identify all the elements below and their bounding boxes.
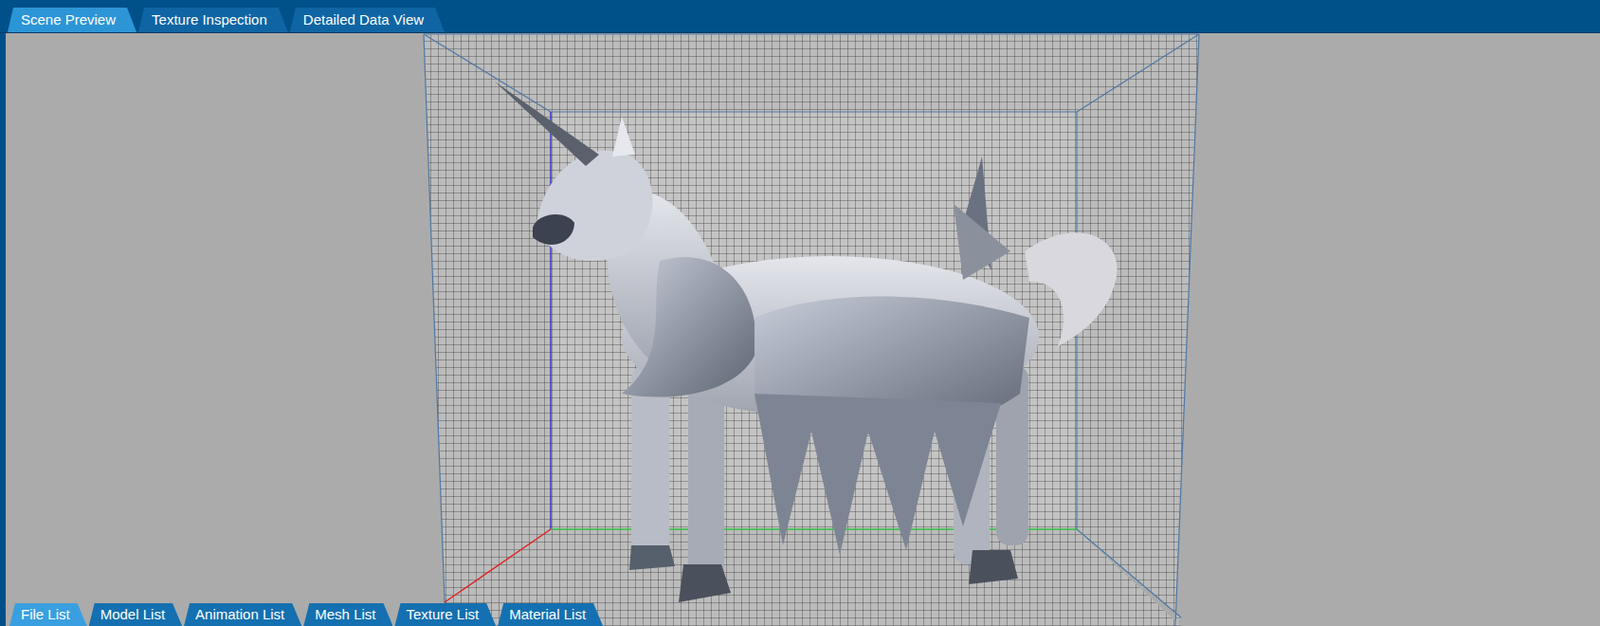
model-viewer: Scene PreviewTexture InspectionDetailed … — [0, 0, 1600, 626]
list-tabs: File ListModel ListAnimation ListMesh Li… — [9, 602, 603, 626]
view-tab[interactable]: Scene Preview — [7, 7, 137, 33]
list-tab[interactable]: Animation List — [183, 602, 302, 626]
grid-box — [423, 34, 1200, 626]
scene-canvas[interactable] — [5, 33, 1600, 626]
scene-viewport[interactable]: File ListModel ListAnimation ListMesh Li… — [0, 33, 1600, 626]
view-tab[interactable]: Detailed Data View — [290, 7, 445, 33]
view-tab[interactable]: Texture Inspection — [138, 7, 289, 33]
view-tabs: Scene PreviewTexture InspectionDetailed … — [7, 7, 445, 33]
list-tab[interactable]: File List — [9, 602, 88, 626]
list-tab[interactable]: Texture List — [394, 602, 496, 626]
list-tab[interactable]: Mesh List — [303, 602, 393, 626]
list-tab[interactable]: Model List — [89, 602, 182, 626]
unicorn-model[interactable] — [494, 81, 1118, 602]
top-bar: Scene PreviewTexture InspectionDetailed … — [0, 0, 1600, 34]
list-tab[interactable]: Material List — [497, 602, 603, 626]
